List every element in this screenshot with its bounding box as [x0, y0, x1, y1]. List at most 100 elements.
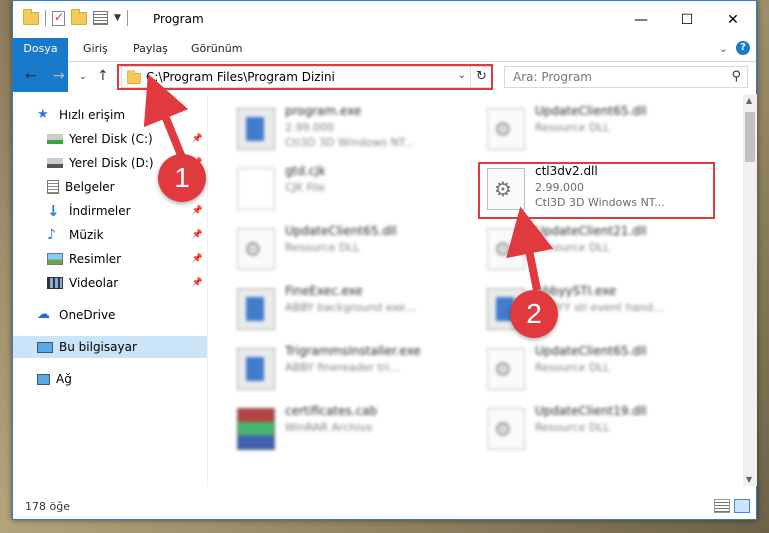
up-arrow-icon[interactable]: ↑ [97, 68, 109, 84]
tab-home[interactable]: Giriş [83, 38, 108, 61]
search-icon[interactable]: ⚲ [731, 69, 741, 84]
file-item[interactable]: certificates.cab WinRAR Archive [229, 402, 459, 456]
qat-dropdown-icon[interactable]: ▼ [114, 13, 121, 23]
status-bar: 178 öğe [13, 497, 756, 519]
pictures-icon [47, 253, 63, 265]
sidebar-item-disk-c[interactable]: Yerel Disk (C:) 📌 [13, 128, 207, 150]
search-input[interactable]: Ara: Program ⚲ [504, 66, 748, 88]
close-button[interactable]: ✕ [710, 1, 756, 38]
sidebar-item-label: Ağ [56, 372, 72, 386]
file-description: ABBY background exe... [285, 301, 416, 314]
title-bar: ▼ Program — ☐ ✕ [13, 1, 756, 38]
documents-icon [47, 180, 59, 194]
help-icon[interactable]: ? [736, 41, 750, 55]
file-type: CJK File [285, 181, 326, 194]
properties-check-icon[interactable] [52, 10, 65, 26]
scroll-down-icon[interactable]: ▼ [746, 475, 752, 484]
computer-icon [37, 341, 53, 353]
sidebar-item-label: Müzik [69, 228, 104, 242]
pane-divider[interactable] [207, 94, 208, 486]
expand-ribbon-icon[interactable]: ⌄ [719, 42, 728, 55]
sidebar-item-this-pc[interactable]: Bu bilgisayar [13, 336, 207, 358]
gear-doc-icon [487, 348, 525, 390]
file-type: Resource DLL [285, 241, 360, 254]
sidebar-item-videos[interactable]: Videolar 📌 [13, 272, 207, 294]
file-name: UpdateClient65.dll [535, 104, 647, 118]
tab-share[interactable]: Paylaş [133, 38, 168, 61]
sidebar-item-label: Resimler [69, 252, 122, 266]
file-type: Resource DLL [535, 421, 610, 434]
search-placeholder: Ara: Program [513, 70, 592, 84]
app-icon [237, 108, 275, 150]
details-view-icon[interactable] [714, 499, 730, 513]
sidebar-item-pictures[interactable]: Resimler 📌 [13, 248, 207, 270]
pin-icon[interactable]: 📌 [192, 206, 203, 216]
file-item[interactable]: UpdateClient19.dll Resource DLL [479, 402, 709, 456]
tab-view[interactable]: Görünüm [191, 38, 242, 61]
sidebar-item-label: Hızlı erişim [59, 108, 126, 122]
file-description: ABBY finereader tri... [285, 361, 400, 374]
pin-icon[interactable]: 📌 [192, 278, 203, 288]
file-name: UpdateClient65.dll [535, 344, 647, 358]
view-options-icon[interactable] [93, 11, 108, 25]
maximize-button[interactable]: ☐ [664, 1, 710, 38]
sidebar-item-onedrive[interactable]: ☁ OneDrive [13, 304, 207, 326]
file-name: UpdateClient21.dll [535, 224, 647, 238]
file-item[interactable]: UpdateClient65.dll Resource DLL [479, 342, 709, 396]
back-arrow-icon[interactable]: ← [25, 68, 37, 84]
window-controls: — ☐ ✕ [618, 1, 756, 38]
app-icon [237, 288, 275, 330]
download-icon: ↓ [47, 202, 60, 220]
navigation-pane: ★ Hızlı erişim Yerel Disk (C:) 📌 Yerel D… [13, 94, 207, 486]
new-folder-icon[interactable] [71, 8, 87, 25]
file-item[interactable]: TrigrammsInstaller.exe ABBY finereader t… [229, 342, 459, 396]
step-1-badge: 1 [158, 154, 206, 202]
sidebar-item-quick-access[interactable]: ★ Hızlı erişim [13, 104, 207, 126]
sidebar-item-label: Videolar [69, 276, 119, 290]
scroll-up-icon[interactable]: ▲ [746, 96, 752, 105]
vertical-scrollbar[interactable]: ▲ ▼ [743, 94, 757, 486]
pin-icon[interactable]: 📌 [192, 134, 203, 144]
file-type: Resource DLL [535, 121, 610, 134]
file-name: UpdateClient65.dll [285, 224, 397, 238]
music-icon: ♪ [47, 227, 56, 243]
file-item[interactable]: UpdateClient65.dll Resource DLL [479, 102, 709, 156]
quick-access-toolbar: ▼ [23, 8, 128, 26]
pin-icon[interactable]: 📌 [192, 230, 203, 240]
gear-doc-icon [487, 228, 525, 270]
sidebar-item-label: Bu bilgisayar [59, 340, 137, 354]
file-item[interactable]: UpdateClient65.dll Resource DLL [229, 222, 459, 276]
ribbon-right: ⌄ ? [719, 41, 750, 55]
file-type: WinRAR Archive [285, 421, 373, 434]
file-name: TrigrammsInstaller.exe [285, 344, 421, 358]
folder-icon [23, 8, 39, 25]
sidebar-item-music[interactable]: ♪ Müzik 📌 [13, 224, 207, 246]
file-item[interactable]: program.exe 2.99.000 Ctl3D 3D Windows NT… [229, 102, 459, 156]
file-name: program.exe [285, 104, 362, 118]
cloud-icon: ☁ [37, 307, 50, 322]
sidebar-item-downloads[interactable]: ↓ İndirmeler 📌 [13, 200, 207, 222]
file-type: Resource DLL [535, 361, 610, 374]
minimize-button[interactable]: — [618, 1, 664, 38]
gear-doc-icon [487, 108, 525, 150]
recent-dropdown-icon[interactable]: ⌄ [79, 72, 87, 82]
scroll-thumb[interactable] [745, 112, 755, 162]
drive-icon [47, 134, 63, 144]
doc-icon [237, 168, 275, 210]
file-name: FineExec.exe [285, 284, 363, 298]
gear-doc-icon [487, 408, 525, 450]
pin-icon[interactable]: 📌 [192, 254, 203, 264]
separator [45, 10, 46, 26]
sidebar-item-label: Yerel Disk (C:) [69, 132, 153, 146]
file-item[interactable]: UpdateClient21.dll Resource DLL [479, 222, 709, 276]
gear-doc-icon [237, 228, 275, 270]
sidebar-item-network[interactable]: Ağ [13, 368, 207, 390]
step-2-badge: 2 [510, 290, 558, 338]
file-item[interactable]: FineExec.exe ABBY background exe... [229, 282, 459, 336]
file-item[interactable]: gtd.cjk CJK File [229, 162, 459, 216]
star-icon: ★ [37, 107, 49, 122]
item-count: 178 öğe [25, 500, 70, 513]
forward-arrow-icon[interactable]: → [53, 68, 65, 84]
tiles-view-icon[interactable] [734, 499, 750, 513]
file-name: gtd.cjk [285, 164, 326, 178]
